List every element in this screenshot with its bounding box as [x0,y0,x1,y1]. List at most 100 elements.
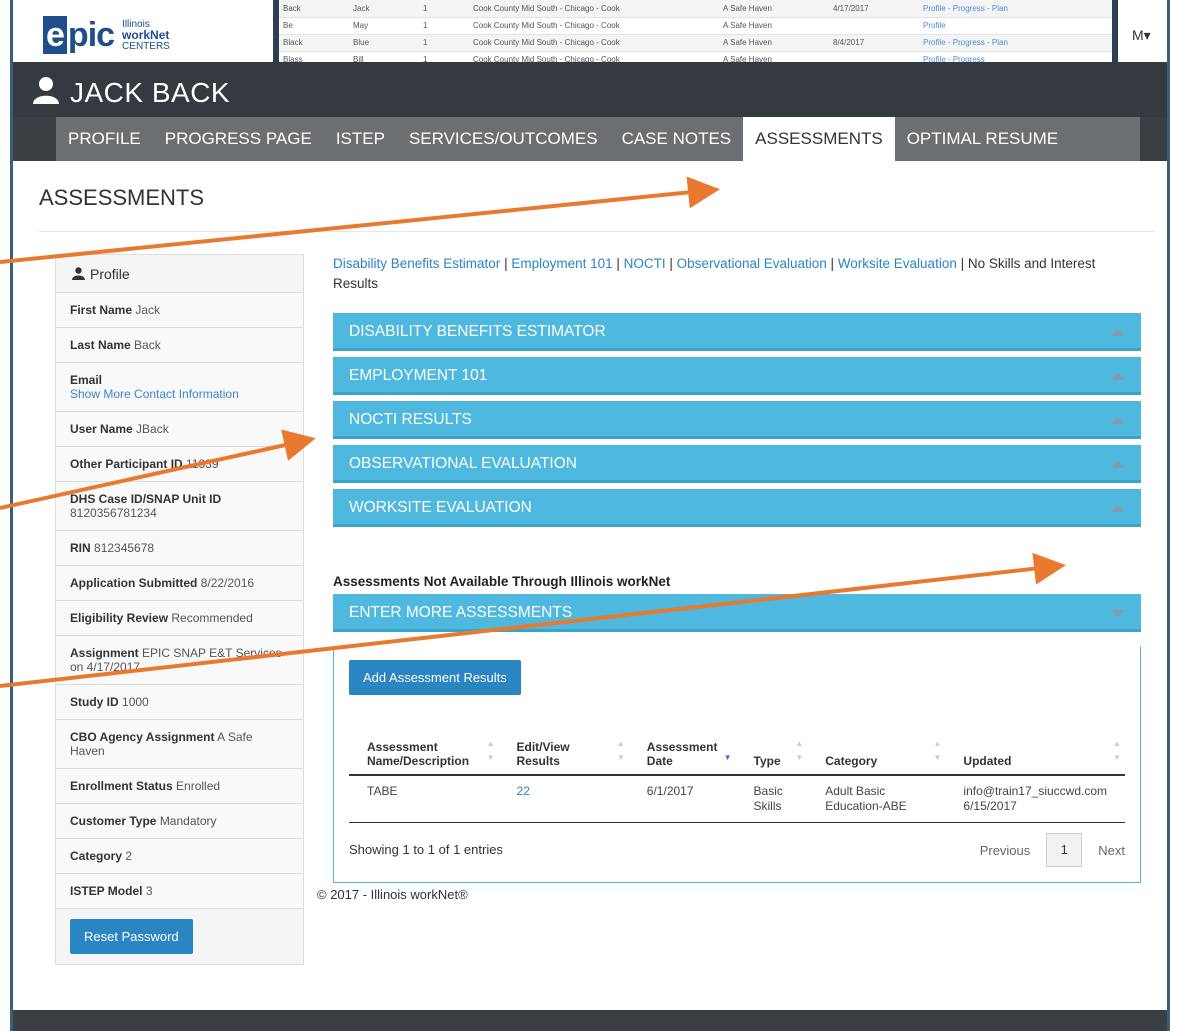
field-value: 8/22/2016 [200,576,255,590]
participant-links[interactable]: Profile - Progress - Plan [919,34,1112,52]
add-assessment-results-button[interactable]: Add Assessment Results [349,660,521,695]
updated-by: info@train17_siuccwd.com [963,784,1107,798]
col-label: Type [753,754,781,768]
tab-services-outcomes[interactable]: SERVICES/OUTCOMES [397,117,610,161]
participant-links[interactable]: Profile - Progress - Plan [919,0,1112,18]
accordion-label: OBSERVATIONAL EVALUATION [349,455,577,472]
field-value: Jack [135,303,161,317]
caret-up-icon [1111,505,1125,512]
external-assessments-title: Assessments Not Available Through Illino… [333,574,671,589]
sort-icon: ▲ ▼ [616,739,625,762]
updated-date: 6/15/2017 [963,799,1017,813]
participant-cell: Black [279,34,349,52]
link-observational-evaluation[interactable]: Observational Evaluation [677,256,827,271]
field-value: Recommended [171,611,253,625]
participant-cell: 4/17/2017 [829,0,919,18]
participant-cell: Blue [349,34,419,52]
edit-results-link[interactable]: 22 [517,784,530,798]
tab-optimal-resume[interactable]: OPTIMAL RESUME [895,117,1070,161]
accordion-nocti-results[interactable]: NOCTI RESULTS [333,401,1141,439]
field-value: 11839 [186,457,219,471]
link-worksite-evaluation[interactable]: Worksite Evaluation [838,256,957,271]
link-separator: | [826,256,838,271]
col-updated[interactable]: Updated ▲ ▼ [945,734,1125,776]
user-menu[interactable]: M▾ [1132,27,1151,44]
reset-password-button[interactable]: Reset Password [70,919,193,954]
col-label: Edit/View [516,740,570,754]
sort-desc-icon: ▼ [723,753,732,762]
col-assessment-name[interactable]: Assessment Name/Description ▲ ▼ [349,734,499,776]
tab-assessments[interactable]: ASSESSMENTS [743,117,895,161]
participant-header: JACK BACK [13,62,1167,117]
accordion-observational-evaluation[interactable]: OBSERVATIONAL EVALUATION [333,445,1141,483]
link-nocti[interactable]: NOCTI [624,256,666,271]
tab-progress-page[interactable]: PROGRESS PAGE [153,117,324,161]
participant-cell: Back [279,0,349,18]
next-page-button[interactable]: Next [1098,843,1125,858]
participant-cell: A Safe Haven [719,17,829,35]
participant-row: Back Jack 1 Cook County Mid South - Chicago… [279,0,1112,18]
pagination: Previous 1 Next [980,833,1125,867]
accordion-label: WORKSITE EVALUATION [349,499,532,516]
participant-links[interactable]: Profile [919,17,1112,35]
participant-cell: A Safe Haven [719,34,829,52]
participant-list-table: Back Jack 1 Cook County Mid South - Chicago… [279,0,1112,69]
caret-down-icon: ▾ [1143,27,1151,43]
epic-logo[interactable]: e pic Illinois workNet CENTERS [43,16,170,55]
enter-more-assessments-panel: Add Assessment Results Assessment Name/De… [333,646,1141,883]
cell-updated: info@train17_siuccwd.com 6/15/2017 [945,775,1125,823]
col-label: Date [646,754,673,768]
col-label: Assessment [367,740,438,754]
cell-type: Basic Skills [735,775,808,823]
field-label: Application Submitted [70,576,198,590]
field-label: Last Name [70,338,131,352]
show-more-contact-link[interactable]: Show More Contact Information [70,387,239,401]
category-line-2: Education-ABE [825,799,907,813]
person-icon [33,77,59,104]
accordion-worksite-evaluation[interactable]: WORKSITE EVALUATION [333,489,1141,527]
assessments-table: Assessment Name/Description ▲ ▼ Edit/View Re… [349,734,1125,823]
logo-sub-3: CENTERS [122,40,170,52]
col-assessment-date[interactable]: Assessment Date ▼ [628,734,736,776]
field-label: RIN [70,541,91,555]
sidebar-row: Eligibility Review Recommended [56,601,303,636]
sidebar-heading: Profile [56,255,303,293]
divider [39,231,1154,232]
caret-up-icon [1111,417,1125,424]
sidebar-heading-label: Profile [90,265,130,282]
previous-page-button[interactable]: Previous [980,843,1031,858]
accordion-enter-more-assessments[interactable]: ENTER MORE ASSESSMENTS [333,594,1141,632]
participant-name: JACK BACK [70,77,231,108]
caret-up-icon [1111,373,1125,380]
link-employment-101[interactable]: Employment 101 [511,256,612,271]
col-type[interactable]: Type ▲ ▼ [735,734,808,776]
accordion-employment-101[interactable]: EMPLOYMENT 101 [333,357,1141,395]
tab-istep[interactable]: ISTEP [324,117,397,161]
page-title: ASSESSMENTS [39,185,205,210]
tab-case-notes[interactable]: CASE NOTES [610,117,744,161]
assessment-quick-links: Disability Benefits Estimator | Employme… [333,254,1141,294]
field-label: Other Participant ID [70,457,183,471]
sidebar-row: Category 2 [56,839,303,874]
field-label: Enrollment Status [70,779,173,793]
accordion-label: ENTER MORE ASSESSMENTS [349,604,573,621]
col-label: Assessment [646,740,718,754]
col-category[interactable]: Category ▲ ▼ [807,734,946,776]
sort-icon: ▲ ▼ [933,739,942,762]
caret-up-icon [1111,461,1125,468]
sidebar-row: Assignment EPIC SNAP E&T Services on 4/1… [56,636,303,685]
participant-cell [829,17,919,35]
sidebar-row: Study ID 1000 [56,685,303,720]
link-separator: | [500,256,512,271]
profile-tabs: PROFILE PROGRESS PAGE ISTEP SERVICES/OUTCOM… [56,117,1140,161]
sort-icon: ▲ ▼ [1113,739,1121,762]
col-edit-view-results[interactable]: Edit/View Results ▲ ▼ [498,734,629,776]
field-label: Study ID [70,695,119,709]
sidebar-row: Customer Type Mandatory [56,804,303,839]
link-disability-benefits-estimator[interactable]: Disability Benefits Estimator [333,256,500,271]
worknet-logo: Illinois workNet CENTERS [122,19,170,52]
tab-profile[interactable]: PROFILE [56,117,153,161]
accordion-disability-benefits-estimator[interactable]: DISABILITY BENEFITS ESTIMATOR [333,313,1141,351]
page-1-button[interactable]: 1 [1046,833,1083,867]
profile-sidebar: Profile First Name Jack Last Name Back Ema… [55,254,304,965]
